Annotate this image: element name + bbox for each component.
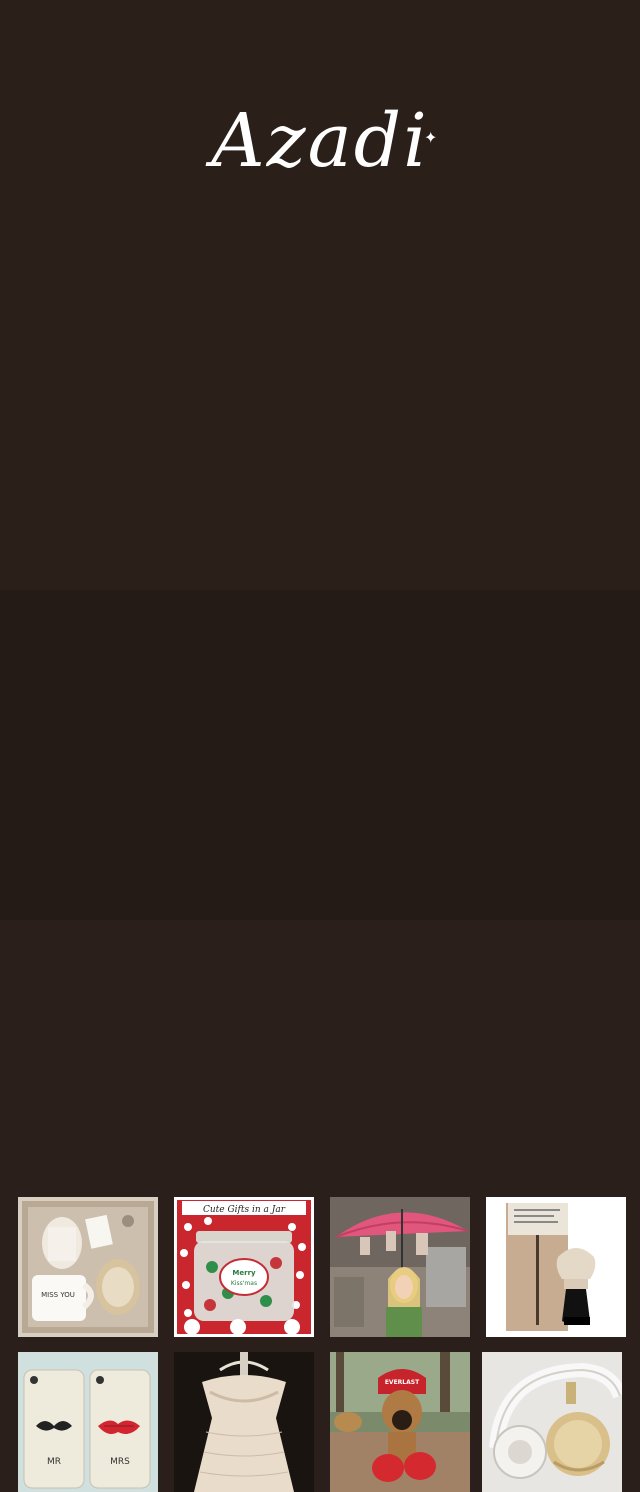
splash-background: Azadi ✦ [0,0,640,590]
boxer-dog-image: EVERLAST [330,1352,470,1492]
gallery-item-shaving-brush-set[interactable] [486,1197,626,1337]
brand-logo: Azadi [211,98,429,184]
gift-box-mugs-image: MISS YOU [18,1197,158,1337]
lace-dress-image [174,1352,314,1492]
svg-text:Cute Gifts in a Jar: Cute Gifts in a Jar [203,1205,286,1215]
gallery-item-gift-box-mugs[interactable]: MISS YOU [18,1197,158,1337]
gallery-item-gift-jar[interactable]: Cute Gifts in a Jar Merry Kiss'mas [174,1197,314,1337]
svg-text:MISS YOU: MISS YOU [41,1291,75,1299]
gallery-item-boxer-dog[interactable]: EVERLAST [330,1352,470,1492]
svg-text:Kiss'mas: Kiss'mas [231,1280,257,1287]
headphones-image [482,1352,622,1492]
gift-jar-image: Cute Gifts in a Jar Merry Kiss'mas [174,1197,314,1337]
svg-text:Merry: Merry [232,1269,256,1277]
svg-text:EVERLAST: EVERLAST [385,1379,420,1386]
svg-text:MRS: MRS [110,1457,130,1467]
gallery-item-lace-dress[interactable] [174,1352,314,1492]
gift-gallery: MISS YOU Cute Gifts in a Jar Merry Kiss'… [0,590,640,1492]
svg-text:MR: MR [47,1457,61,1467]
sparkle-icon: ✦ [424,128,438,147]
gallery-item-headphones[interactable] [482,1352,622,1492]
gallery-item-girl-with-umbrella[interactable] [330,1197,470,1337]
shaving-brush-set-image [486,1197,626,1337]
gallery-item-mr-mrs-phone-cases[interactable]: MR MRS [18,1352,158,1492]
girl-with-umbrella-image [330,1197,470,1337]
mr-mrs-phone-cases-image: MR MRS [18,1352,158,1492]
